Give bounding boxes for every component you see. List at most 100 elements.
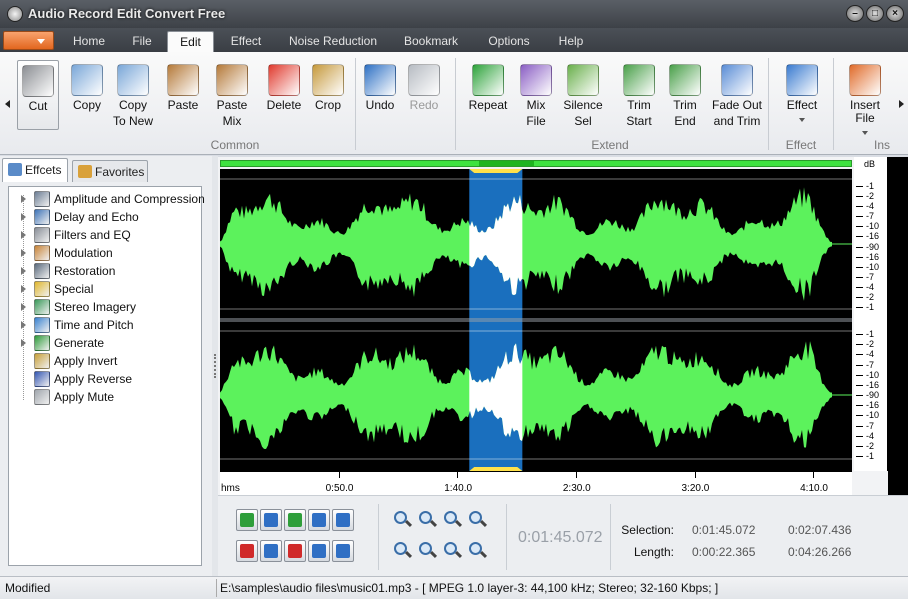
stop-button[interactable] <box>236 540 258 562</box>
crop-button[interactable]: Crop <box>309 60 347 130</box>
db-tick-label: -10 <box>866 261 880 272</box>
selection-marker-top[interactable] <box>469 169 523 173</box>
close-button[interactable]: × <box>886 5 904 22</box>
tree-item-apply-reverse[interactable]: Apply Reverse <box>9 370 201 388</box>
tree-item-apply-invert[interactable]: Apply Invert <box>9 352 201 370</box>
tab-edit[interactable]: Edit <box>167 31 214 52</box>
redo-button[interactable]: Redo <box>404 60 444 130</box>
selection-start-value: 0:01:45.072 <box>692 523 756 537</box>
ribbon-scroll-right-icon[interactable] <box>899 100 904 108</box>
record-button[interactable] <box>284 540 306 562</box>
db-tick <box>856 405 863 407</box>
cut-button[interactable]: Cut <box>17 60 59 130</box>
paste-button[interactable]: Paste <box>162 60 204 130</box>
expand-arrow-icon[interactable] <box>21 339 26 347</box>
trim-start-icon <box>623 64 655 96</box>
go-start-button[interactable] <box>308 540 330 562</box>
repeat-button[interactable]: Repeat <box>466 60 510 130</box>
expand-arrow-icon[interactable] <box>21 321 26 329</box>
title-bar: Audio Record Edit Convert Free – □ × <box>0 0 908 28</box>
play-selection-button[interactable] <box>284 509 306 531</box>
paste-mix-button[interactable]: Paste Mix <box>209 60 255 130</box>
tree-item-apply-mute[interactable]: Apply Mute <box>9 388 201 406</box>
expand-arrow-icon[interactable] <box>21 231 26 239</box>
undo-button[interactable]: Undo <box>360 60 400 130</box>
delete-button[interactable]: Delete <box>263 60 305 130</box>
status-divider <box>216 579 217 597</box>
effect-category-icon <box>34 245 50 261</box>
expand-arrow-icon[interactable] <box>21 267 26 275</box>
tab-options[interactable]: Options <box>480 31 538 52</box>
time-ruler[interactable]: hms 0:50.0 1:40.0 2:30.0 3:20.0 4:10.0 <box>220 471 852 495</box>
time-tick-label: 1:40.0 <box>444 483 473 494</box>
tree-item-label: Stereo Imagery <box>54 300 137 314</box>
expand-arrow-icon[interactable] <box>21 249 26 257</box>
tree-item-restoration[interactable]: Restoration <box>9 262 201 280</box>
magnifier-handle <box>479 519 488 528</box>
tab-effects[interactable]: Effcets <box>2 158 68 182</box>
zoom-selection-button[interactable] <box>442 509 464 531</box>
zoom-out-horizontal-button[interactable] <box>417 509 439 531</box>
rewind-button[interactable] <box>308 509 330 531</box>
mix-file-label: Mix <box>526 98 546 112</box>
waveform-canvas[interactable] <box>220 169 852 471</box>
go-end-button[interactable] <box>332 540 354 562</box>
expand-arrow-icon[interactable] <box>21 303 26 311</box>
maximize-button[interactable]: □ <box>866 5 884 22</box>
tree-item-special[interactable]: Special <box>9 280 201 298</box>
ribbon-scroll-left-icon[interactable] <box>5 100 10 108</box>
copy-button[interactable]: Copy <box>66 60 108 130</box>
tree-item-modulation[interactable]: Modulation <box>9 244 201 262</box>
selection-length-value: 0:00:22.365 <box>692 545 756 559</box>
fast-forward-button[interactable] <box>332 509 354 531</box>
app-icon[interactable] <box>7 6 23 22</box>
fade-out-trim-button[interactable]: Fade Out and Trim <box>709 60 765 130</box>
trim-end-button[interactable]: Trim End <box>665 60 705 130</box>
trim-start-button[interactable]: Trim Start <box>618 60 660 130</box>
tree-item-amplitude-and-compression[interactable]: Amplitude and Compression <box>9 190 205 208</box>
tab-help[interactable]: Help <box>550 31 592 52</box>
tab-noise-reduction[interactable]: Noise Reduction <box>281 31 385 52</box>
expand-arrow-icon[interactable] <box>21 213 26 221</box>
loop-button[interactable] <box>260 509 282 531</box>
tab-effect[interactable]: Effect <box>226 31 266 52</box>
effects-tree: Amplitude and Compression Delay and Echo F… <box>8 186 205 566</box>
zoom-reset-button[interactable] <box>467 540 489 562</box>
tree-item-generate[interactable]: Generate <box>9 334 201 352</box>
effect-category-icon <box>34 353 50 369</box>
zoom-fit-vertical-button[interactable] <box>442 540 464 562</box>
trim-end-label: Trim <box>673 98 697 112</box>
zoom-in-horizontal-button[interactable] <box>392 509 414 531</box>
tab-favorites[interactable]: Favorites <box>72 160 148 182</box>
minimize-button[interactable]: – <box>846 5 864 22</box>
tree-item-filters-and-eq[interactable]: Filters and EQ <box>9 226 201 244</box>
insert-file-button[interactable]: Insert File <box>839 60 891 135</box>
expand-arrow-icon[interactable] <box>21 285 26 293</box>
db-tick-label: -16 <box>866 400 880 411</box>
tree-item-time-and-pitch[interactable]: Time and Pitch <box>9 316 201 334</box>
db-unit-label: dB <box>864 159 876 169</box>
pause-button[interactable] <box>260 540 282 562</box>
vertical-scrollbar[interactable] <box>888 157 908 495</box>
tab-home[interactable]: Home <box>70 31 108 52</box>
db-tick-label: -7 <box>866 359 875 370</box>
mix-file-button[interactable]: Mix File <box>516 60 556 130</box>
play-button[interactable] <box>236 509 258 531</box>
silence-sel-button[interactable]: Silence Sel <box>561 60 605 130</box>
magnifier-handle <box>479 550 488 559</box>
tree-item-delay-and-echo[interactable]: Delay and Echo <box>9 208 201 226</box>
tab-file[interactable]: File <box>122 31 162 52</box>
skip-start-icon <box>312 544 326 558</box>
db-tick-label: -4 <box>866 201 875 212</box>
effect-icon <box>786 64 818 96</box>
zoom-out-vertical-button[interactable] <box>417 540 439 562</box>
zoom-full-button[interactable] <box>467 509 489 531</box>
zoom-in-vertical-button[interactable] <box>392 540 414 562</box>
tree-item-stereo-imagery[interactable]: Stereo Imagery <box>9 298 201 316</box>
tab-bookmark[interactable]: Bookmark <box>396 31 466 52</box>
app-menu-button[interactable] <box>3 31 54 50</box>
copy-to-new-button[interactable]: Copy To New <box>112 60 154 130</box>
overview-bar[interactable] <box>220 160 852 167</box>
expand-arrow-icon[interactable] <box>21 195 26 203</box>
effect-button[interactable]: Effect <box>781 60 823 130</box>
